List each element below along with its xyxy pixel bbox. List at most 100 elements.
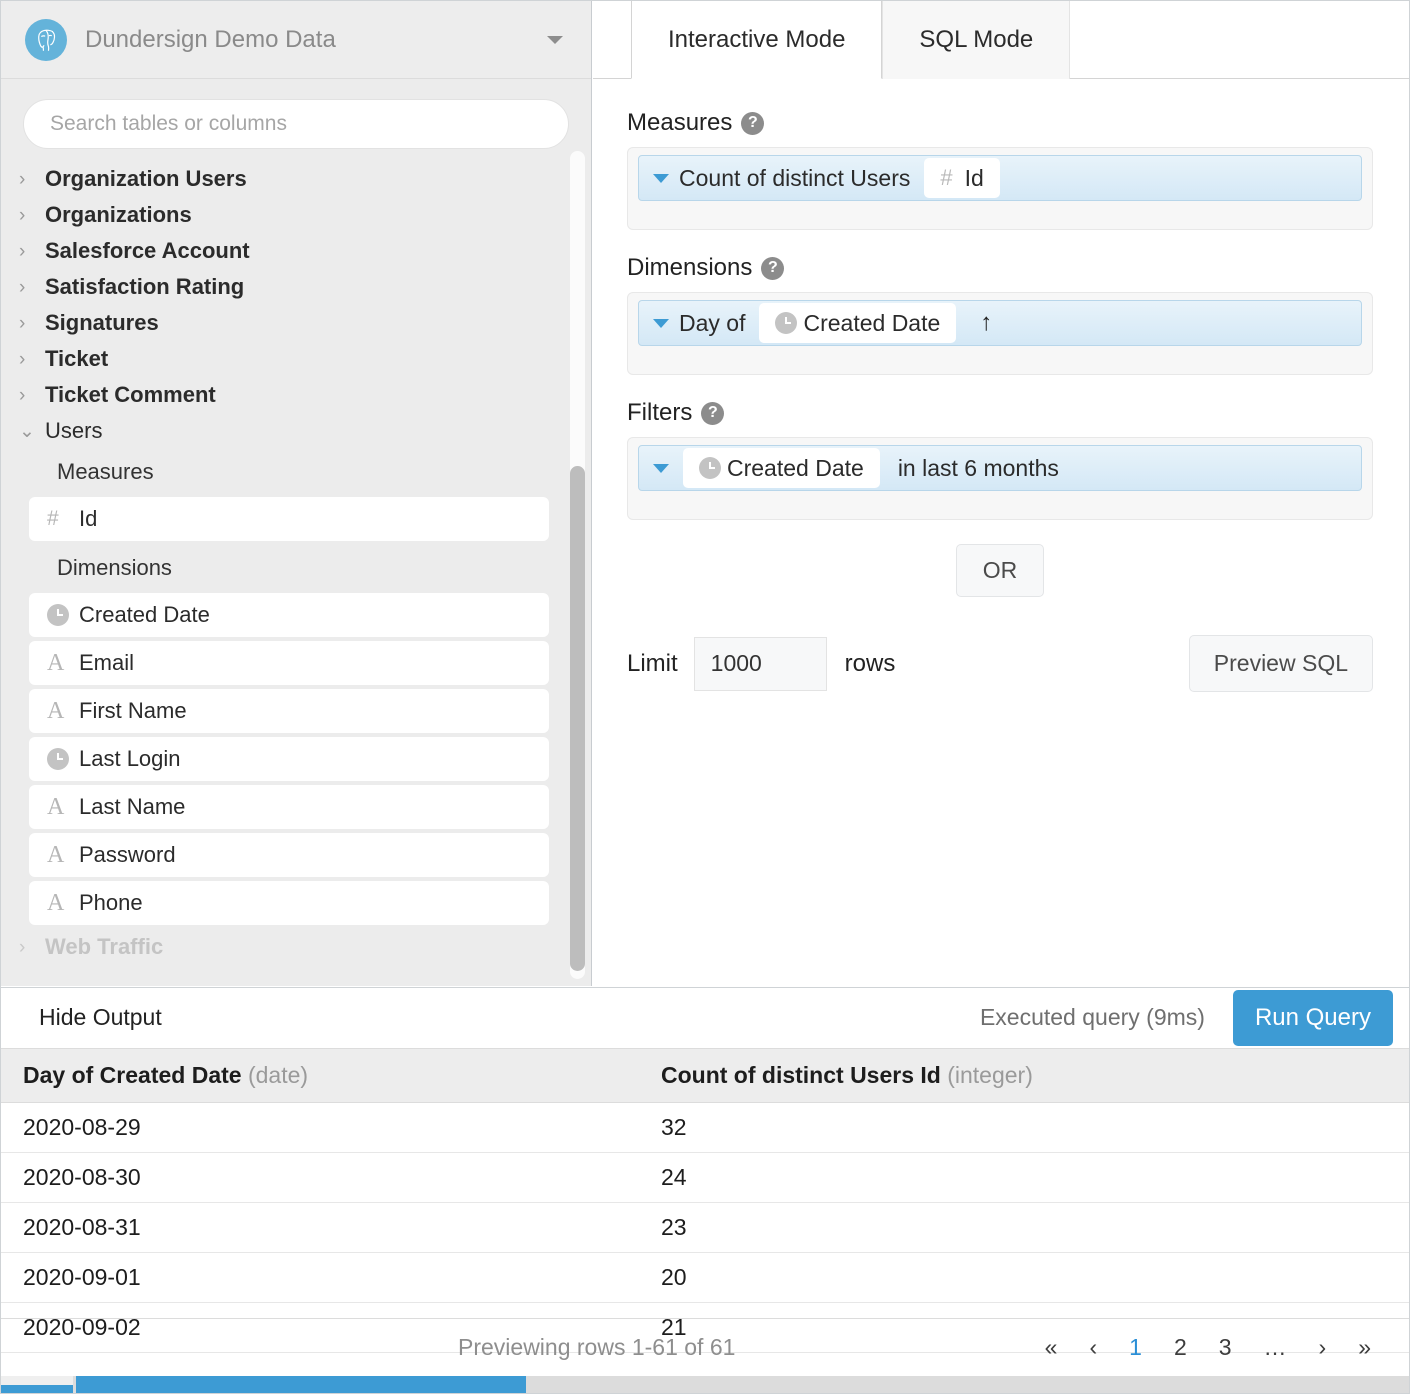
- field-label: Last Name: [79, 794, 186, 819]
- dimension-chip[interactable]: Day of Created Date ↑: [638, 300, 1362, 346]
- tab-sql-mode[interactable]: SQL Mode: [882, 1, 1071, 79]
- clock-icon: [699, 457, 721, 479]
- hash-icon: #: [47, 507, 59, 530]
- tree-table-organization-users[interactable]: › Organization Users: [1, 161, 591, 197]
- field-users-email[interactable]: A Email: [29, 641, 549, 685]
- dimension-field-label: Created Date: [803, 309, 941, 336]
- field-users-created-date[interactable]: Created Date: [29, 593, 549, 637]
- caret-down-icon[interactable]: [653, 173, 669, 183]
- field-label: Last Login: [79, 746, 181, 771]
- pagination: « ‹ 1 2 3 … › »: [1029, 1334, 1387, 1361]
- field-users-password[interactable]: A Password: [29, 833, 549, 877]
- measure-field[interactable]: # Id: [924, 158, 1000, 198]
- search-input[interactable]: [23, 99, 569, 149]
- tree-label: Users: [45, 418, 103, 443]
- filters-section-label: Filters ?: [627, 399, 1373, 427]
- filter-field-label: Created Date: [727, 454, 864, 481]
- column-type: (date): [247, 1062, 309, 1088]
- field-users-last-login[interactable]: Last Login: [29, 737, 549, 781]
- pagination-last[interactable]: »: [1342, 1334, 1387, 1361]
- chevron-down-icon: ⌄: [19, 420, 35, 442]
- database-name: Dundersign Demo Data: [85, 25, 336, 53]
- pagination-prev[interactable]: ‹: [1073, 1334, 1113, 1361]
- pagination-page-2[interactable]: 2: [1158, 1334, 1203, 1361]
- tree-table-satisfaction-rating[interactable]: › Satisfaction Rating: [1, 269, 591, 305]
- help-circle-icon[interactable]: ?: [761, 256, 785, 280]
- hide-output-toggle[interactable]: Hide Output: [39, 1004, 162, 1031]
- output-header: Hide Output Executed query (9ms) Run Que…: [1, 988, 1409, 1048]
- previewing-rows-label: Previewing rows 1-61 of 61: [458, 1334, 736, 1360]
- pagination-first[interactable]: «: [1029, 1334, 1074, 1361]
- rows-label: rows: [844, 649, 896, 677]
- database-selector[interactable]: Dundersign Demo Data: [1, 1, 591, 79]
- field-label: First Name: [79, 698, 187, 723]
- tree-table-ticket-comment[interactable]: › Ticket Comment: [1, 377, 591, 413]
- filter-chip[interactable]: Created Date in last 6 months: [638, 445, 1362, 491]
- column-header-count-of-distinct-users-id[interactable]: Count of distinct Users Id (integer): [639, 1048, 1409, 1103]
- tab-label: SQL Mode: [919, 26, 1034, 53]
- arrow-up-icon[interactable]: ↑: [980, 309, 992, 337]
- sidebar-scrollbar-thumb[interactable]: [570, 466, 585, 971]
- tab-interactive-mode[interactable]: Interactive Mode: [631, 1, 883, 79]
- caret-down-icon[interactable]: [653, 463, 669, 473]
- column-name: Day of Created Date: [23, 1062, 242, 1088]
- caret-down-icon[interactable]: [653, 318, 669, 328]
- field-users-last-name[interactable]: A Last Name: [29, 785, 549, 829]
- tree-table-signatures[interactable]: › Signatures: [1, 305, 591, 341]
- cell-date: 2020-08-29: [1, 1102, 639, 1153]
- section-title: Filters: [627, 399, 693, 426]
- results-footer: Previewing rows 1-61 of 61 « ‹ 1 2 3 … ›…: [1, 1318, 1409, 1376]
- tree-label: Organization Users: [45, 166, 247, 191]
- filters-drop-zone[interactable]: Created Date in last 6 months: [627, 437, 1373, 520]
- tree-table-users[interactable]: ⌄ Users: [1, 413, 591, 449]
- help-circle-icon[interactable]: ?: [741, 111, 765, 135]
- field-users-phone[interactable]: A Phone: [29, 881, 549, 925]
- chevron-right-icon: ›: [19, 204, 26, 226]
- pagination-page-3[interactable]: 3: [1203, 1334, 1248, 1361]
- column-header-day-of-created-date[interactable]: Day of Created Date (date): [1, 1048, 639, 1103]
- limit-input[interactable]: [693, 636, 827, 691]
- field-label: Phone: [79, 890, 143, 915]
- table-row: 2020-08-29 32: [1, 1102, 1409, 1153]
- tree-label: Ticket: [45, 346, 109, 371]
- tree-table-ticket[interactable]: › Ticket: [1, 341, 591, 377]
- limit-label: Limit: [627, 649, 678, 677]
- dimension-grain-label: Day of: [679, 309, 746, 336]
- measure-chip[interactable]: Count of distinct Users # Id: [638, 155, 1362, 201]
- dimension-field[interactable]: Created Date: [759, 303, 957, 343]
- cell-count: 24: [639, 1152, 1409, 1203]
- tree-table-organizations[interactable]: › Organizations: [1, 197, 591, 233]
- tree-table-salesforce-account[interactable]: › Salesforce Account: [1, 233, 591, 269]
- preview-sql-button[interactable]: Preview SQL: [1188, 635, 1373, 692]
- section-title: Dimensions: [627, 254, 753, 281]
- field-users-id[interactable]: # Id: [29, 497, 549, 541]
- output-panel: Hide Output Executed query (9ms) Run Que…: [1, 987, 1409, 1393]
- query-builder-panel: Interactive Mode SQL Mode Measures ? Cou…: [593, 1, 1409, 986]
- chevron-right-icon: ›: [19, 936, 26, 958]
- horizontal-scrollbar-thumb[interactable]: [76, 1376, 526, 1393]
- mode-tabs: Interactive Mode SQL Mode: [593, 1, 1409, 79]
- filter-field[interactable]: Created Date: [683, 448, 880, 488]
- dimensions-drop-zone[interactable]: Day of Created Date ↑: [627, 292, 1373, 375]
- pagination-ellipsis: …: [1263, 1334, 1287, 1360]
- postgresql-elephant-icon: [25, 18, 67, 61]
- clock-icon: [47, 604, 69, 626]
- run-query-button[interactable]: Run Query: [1232, 989, 1393, 1046]
- pagination-page-1[interactable]: 1: [1113, 1334, 1158, 1361]
- field-label: Password: [79, 842, 176, 867]
- table-row: 2020-08-30 24: [1, 1152, 1409, 1203]
- text-icon: A: [47, 649, 65, 676]
- pagination-next[interactable]: ›: [1303, 1334, 1343, 1361]
- field-users-first-name[interactable]: A First Name: [29, 689, 549, 733]
- tree-table-web-traffic[interactable]: › Web Traffic: [1, 929, 591, 965]
- caret-down-icon[interactable]: [547, 35, 563, 44]
- filter-condition-label: in last 6 months: [897, 454, 1059, 481]
- cell-date: 2020-08-31: [1, 1202, 639, 1253]
- tree-label: Ticket Comment: [45, 382, 216, 407]
- or-button[interactable]: OR: [955, 544, 1045, 597]
- text-icon: A: [47, 697, 65, 724]
- tree-label: Satisfaction Rating: [45, 274, 245, 299]
- measures-drop-zone[interactable]: Count of distinct Users # Id: [627, 147, 1373, 230]
- help-circle-icon[interactable]: ?: [701, 401, 725, 425]
- horizontal-scrollbar-track[interactable]: [1, 1376, 1409, 1393]
